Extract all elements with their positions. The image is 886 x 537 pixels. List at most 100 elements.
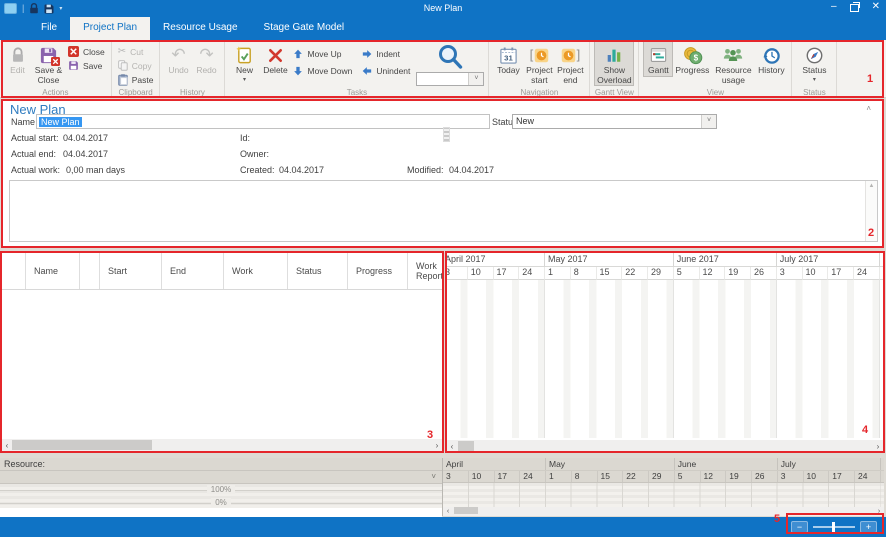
copy-button[interactable]: Copy xyxy=(116,59,156,72)
modified-label: Modified: xyxy=(407,165,444,175)
gantt-week-label: 17 xyxy=(828,267,854,280)
gantt-button[interactable]: Gantt xyxy=(643,41,673,77)
column-header-blank-2[interactable] xyxy=(80,253,100,289)
description-scrollbar[interactable]: ▲ xyxy=(865,181,877,241)
scroll-left-icon[interactable]: ‹ xyxy=(447,442,457,451)
resource-usage-button[interactable]: Resource usage xyxy=(711,41,755,85)
status-button[interactable]: Status ▾ xyxy=(796,41,832,83)
column-header-work[interactable]: Work xyxy=(224,253,288,289)
tab-file[interactable]: File xyxy=(28,17,70,40)
resource-week-label: 22 xyxy=(623,471,649,482)
zoom-in-button[interactable]: + xyxy=(860,521,877,533)
scroll-left-icon[interactable]: ‹ xyxy=(2,441,12,450)
status-caret-icon: ▾ xyxy=(813,77,816,84)
chevron-down-icon[interactable]: ˅ xyxy=(431,472,436,481)
scroll-thumb[interactable] xyxy=(454,507,478,514)
gantt-month-column xyxy=(674,280,777,438)
task-table-hscrollbar[interactable]: ‹ › xyxy=(2,439,442,451)
gantt-hscrollbar[interactable]: ‹ › xyxy=(447,440,883,452)
actual-start-label: Actual start: xyxy=(11,133,59,143)
column-header-name[interactable]: Name xyxy=(26,253,80,289)
ribbon-group-tasks: New ▾ Delete Move Up xyxy=(225,40,489,97)
resource-gantt-body[interactable] xyxy=(443,483,884,507)
scroll-left-icon[interactable]: ‹ xyxy=(443,508,453,515)
scroll-right-icon[interactable]: › xyxy=(432,441,442,450)
gantt-month-label: July 2017 xyxy=(777,253,880,267)
restore-button[interactable] xyxy=(850,4,859,12)
unindent-button[interactable]: Unindent xyxy=(360,64,412,77)
column-header-progress[interactable]: Progress xyxy=(348,253,408,289)
column-header-start[interactable]: Start xyxy=(100,253,162,289)
project-start-button[interactable]: [ Project start xyxy=(523,41,555,85)
minimize-button[interactable]: – xyxy=(831,0,837,14)
svg-text:31: 31 xyxy=(504,53,513,62)
group-label-actions: Actions xyxy=(0,88,111,97)
history-button[interactable]: History xyxy=(755,41,787,76)
project-end-button[interactable]: ] Project end xyxy=(555,41,585,85)
gantt-week-label: 29 xyxy=(648,267,674,280)
column-header-work-reported[interactable]: Work Reported xyxy=(408,253,444,289)
column-header-status[interactable]: Status xyxy=(288,253,348,289)
scroll-track[interactable] xyxy=(12,439,432,451)
column-header-end[interactable]: End xyxy=(162,253,224,289)
save-label: Save xyxy=(83,61,102,71)
cut-button[interactable]: ✂ Cut xyxy=(116,45,156,58)
today-button[interactable]: 31 Today xyxy=(493,41,523,76)
scroll-track[interactable] xyxy=(457,440,873,452)
zoom-slider-thumb[interactable] xyxy=(832,522,835,532)
unindent-label: Unindent xyxy=(376,66,410,76)
scroll-thumb[interactable] xyxy=(458,441,474,451)
zoom-out-button[interactable]: − xyxy=(791,521,808,533)
scroll-thumb[interactable] xyxy=(12,440,152,450)
paste-button[interactable]: Paste xyxy=(116,73,156,86)
task-search-combobox[interactable]: ˅ xyxy=(416,72,484,86)
project-start-icon: [ xyxy=(530,44,550,66)
description-textarea[interactable]: ▲ xyxy=(9,180,878,242)
delete-task-button[interactable]: Delete xyxy=(259,41,291,76)
column-header-blank-0[interactable] xyxy=(2,253,26,289)
zoom-slider-track[interactable] xyxy=(813,526,855,528)
scroll-right-icon[interactable]: › xyxy=(874,508,884,515)
undo-icon: ↶ xyxy=(171,44,185,66)
status-combobox[interactable]: New ˅ xyxy=(512,114,717,129)
gantt-week-label: 24 xyxy=(519,267,545,280)
grip-icon[interactable] xyxy=(443,127,450,142)
undo-button[interactable]: ↶ Undo xyxy=(164,41,192,76)
redo-button[interactable]: ↷ Redo xyxy=(192,41,220,76)
redo-label: Redo xyxy=(196,66,216,76)
save-button[interactable]: Save xyxy=(66,59,107,72)
resource-filter-row[interactable]: ˅ xyxy=(0,471,442,484)
chevron-down-icon[interactable]: ˅ xyxy=(468,73,483,85)
new-task-button[interactable]: New ▾ xyxy=(229,41,259,83)
resource-week-label: 10 xyxy=(469,471,495,482)
scroll-up-icon[interactable]: ▲ xyxy=(866,181,877,189)
tab-resource-usage[interactable]: Resource Usage xyxy=(150,17,250,40)
plan-detail-panel: New Plan ˄ Name New Plan Status New ˅ Ac… xyxy=(2,99,883,247)
tab-stage-gate-model[interactable]: Stage Gate Model xyxy=(251,17,358,40)
indent-button[interactable]: Indent xyxy=(360,47,412,60)
tab-project-plan[interactable]: Project Plan xyxy=(70,17,150,40)
gantt-body[interactable] xyxy=(446,280,884,438)
gantt-month-column xyxy=(880,280,884,438)
close-button[interactable]: ✕ xyxy=(872,0,880,14)
search-icon[interactable] xyxy=(435,42,465,72)
move-down-button[interactable]: Move Down xyxy=(291,64,354,77)
chevron-down-icon[interactable]: ˅ xyxy=(701,115,716,128)
zoom-control: − + xyxy=(791,520,877,534)
edit-button[interactable]: Edit xyxy=(4,41,31,76)
resource-hscrollbar[interactable]: ‹ › xyxy=(443,507,884,516)
ribbon-group-actions: Edit Save & Close Close xyxy=(0,40,112,97)
gantt-panel: April 2017May 2017June 2017July 2017 310… xyxy=(446,252,884,453)
resource-week-label: 3 xyxy=(778,471,804,482)
collapse-panel-icon[interactable]: ˄ xyxy=(866,104,871,113)
show-overload-button[interactable]: Show Overload xyxy=(594,41,634,86)
save-and-close-button[interactable]: Save & Close xyxy=(31,41,66,85)
gantt-month-column xyxy=(446,280,545,438)
arrow-down-icon xyxy=(293,66,303,76)
name-input[interactable]: New Plan xyxy=(36,114,490,129)
scroll-track[interactable] xyxy=(453,506,874,517)
scroll-right-icon[interactable]: › xyxy=(873,442,883,451)
close-plan-button[interactable]: Close xyxy=(66,45,107,58)
progress-button[interactable]: $ Progress xyxy=(673,41,711,76)
move-up-button[interactable]: Move Up xyxy=(291,47,354,60)
